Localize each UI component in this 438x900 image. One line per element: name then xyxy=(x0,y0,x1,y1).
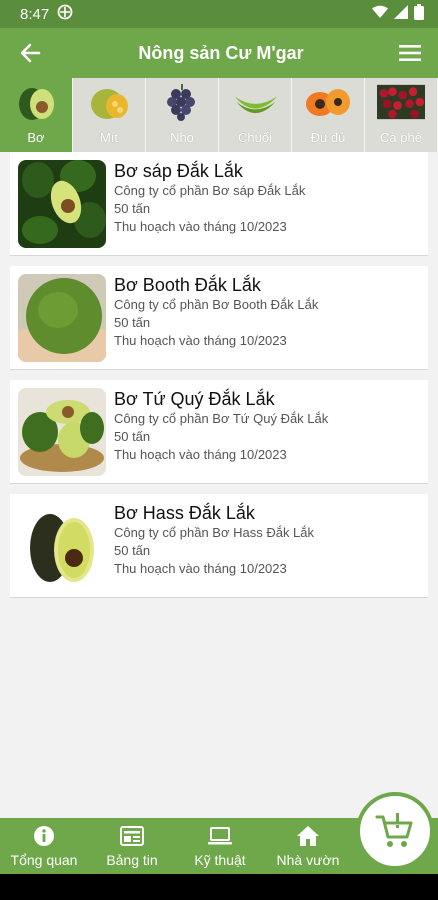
tab-du-du[interactable]: Đu đủ xyxy=(292,78,365,152)
product-card[interactable]: Bơ Hass Đắk Lắk Công ty cổ phần Bơ Hass … xyxy=(10,494,428,598)
nav-tong-quan[interactable]: Tổng quan xyxy=(0,818,88,874)
cart-button[interactable] xyxy=(356,792,434,870)
arrow-left-icon xyxy=(20,43,41,63)
product-card[interactable]: Bơ sáp Đắk Lắk Công ty cổ phần Bơ sáp Đắ… xyxy=(10,152,428,256)
product-name: Bơ Tứ Quý Đắk Lắk xyxy=(114,389,275,409)
banana-icon xyxy=(231,82,279,122)
product-name: Bơ Hass Đắk Lắk xyxy=(114,503,255,523)
nav-bang-tin[interactable]: Bảng tin xyxy=(88,818,176,874)
product-image xyxy=(18,160,106,248)
info-icon xyxy=(33,824,55,848)
tab-label: Chuối xyxy=(238,130,272,145)
product-harvest: Thu hoạch vào tháng 10/2023 xyxy=(114,219,287,234)
product-name: Bơ Booth Đắk Lắk xyxy=(114,275,261,295)
jackfruit-icon xyxy=(85,82,133,122)
product-harvest: Thu hoạch vào tháng 10/2023 xyxy=(114,447,287,462)
tab-label: Nho xyxy=(170,130,194,145)
tab-chuoi[interactable]: Chuối xyxy=(219,78,292,152)
product-company: Công ty cổ phần Bơ Booth Đắk Lắk xyxy=(114,297,319,312)
news-icon xyxy=(120,824,144,848)
back-button[interactable] xyxy=(0,28,60,78)
product-name: Bơ sáp Đắk Lắk xyxy=(114,161,243,181)
nav-label: Nhà vườn xyxy=(276,852,340,868)
nav-nha-vuon[interactable]: Nhà vườn xyxy=(264,818,352,874)
status-time: 8:47 xyxy=(20,5,50,23)
product-company: Công ty cổ phần Bơ Tứ Quý Đắk Lắk xyxy=(114,411,329,426)
papaya-icon xyxy=(304,82,352,122)
product-quantity: 50 tấn xyxy=(114,201,151,216)
nav-label: Tổng quan xyxy=(10,852,78,868)
product-image xyxy=(18,274,106,362)
coffee-icon xyxy=(377,82,425,122)
home-icon xyxy=(296,824,320,848)
tab-label: Đu đủ xyxy=(310,130,346,145)
system-navigation-bar xyxy=(0,874,438,900)
nav-label: Bảng tin xyxy=(106,852,158,868)
product-harvest: Thu hoạch vào tháng 10/2023 xyxy=(114,333,287,348)
product-card[interactable]: Bơ Tứ Quý Đắk Lắk Công ty cổ phần Bơ Tứ … xyxy=(10,380,428,484)
signal-icon xyxy=(394,5,408,23)
nav-label: Kỹ thuật xyxy=(194,852,246,868)
battery-icon xyxy=(414,4,424,24)
tab-ca-phe[interactable]: Cà phê xyxy=(365,78,438,152)
tab-label: Cà phê xyxy=(380,130,422,145)
product-harvest: Thu hoạch vào tháng 10/2023 xyxy=(114,561,287,576)
category-tabs: Bơ Mít Nho Chuối Đu đủ Cà phê xyxy=(0,78,438,152)
page-title: Nông sản Cư M'gar xyxy=(138,42,304,63)
product-card[interactable]: Bơ Booth Đắk Lắk Công ty cổ phần Bơ Boot… xyxy=(10,266,428,370)
tab-label: Mít xyxy=(99,130,119,145)
product-list: Bơ sáp Đắk Lắk Công ty cổ phần Bơ sáp Đắ… xyxy=(0,152,438,608)
wifi-icon xyxy=(372,5,388,23)
app-bar: Nông sản Cư M'gar xyxy=(0,28,438,78)
tab-nho[interactable]: Nho xyxy=(146,78,219,152)
tab-label: Bơ xyxy=(27,130,45,145)
product-quantity: 50 tấn xyxy=(114,429,151,444)
product-image xyxy=(18,502,106,590)
grapes-icon xyxy=(158,82,206,122)
tab-bo[interactable]: Bơ xyxy=(0,78,73,152)
vpn-icon xyxy=(57,4,73,24)
hamburger-icon xyxy=(399,45,421,61)
product-quantity: 50 tấn xyxy=(114,315,151,330)
cart-icon xyxy=(375,813,413,847)
laptop-icon xyxy=(207,824,233,848)
product-company: Công ty cổ phần Bơ Hass Đắk Lắk xyxy=(114,525,315,540)
product-quantity: 50 tấn xyxy=(114,543,151,558)
product-image xyxy=(18,388,106,476)
menu-button[interactable] xyxy=(382,28,438,78)
product-company: Công ty cổ phần Bơ sáp Đắk Lắk xyxy=(114,183,306,198)
status-bar: 8:47 xyxy=(0,0,438,28)
tab-mit[interactable]: Mít xyxy=(73,78,146,152)
nav-ky-thuat[interactable]: Kỹ thuật xyxy=(176,818,264,874)
avocado-icon xyxy=(12,82,60,122)
